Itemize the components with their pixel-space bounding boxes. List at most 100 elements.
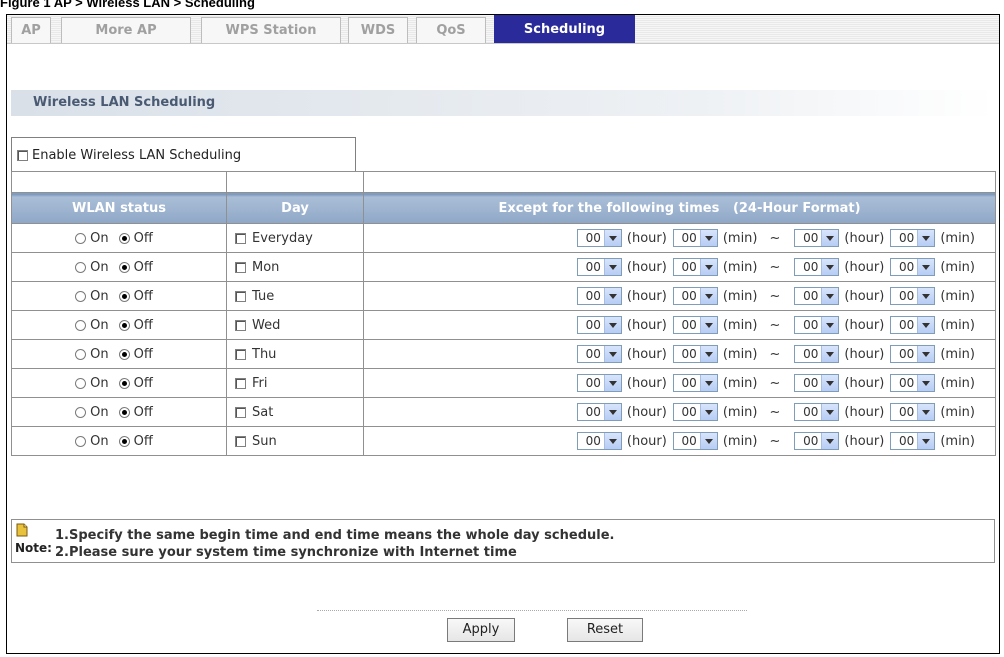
end-min-select[interactable]: 00 bbox=[890, 432, 936, 450]
off-radio[interactable] bbox=[118, 435, 130, 447]
chevron-down-icon[interactable] bbox=[917, 433, 935, 449]
chevron-down-icon[interactable] bbox=[821, 259, 839, 275]
chevron-down-icon[interactable] bbox=[917, 230, 935, 246]
start-min-select[interactable]: 00 bbox=[672, 258, 718, 276]
on-radio[interactable] bbox=[75, 377, 87, 389]
day-checkbox[interactable] bbox=[235, 232, 246, 244]
chevron-down-icon[interactable] bbox=[699, 317, 717, 333]
chevron-down-icon[interactable] bbox=[603, 375, 621, 391]
off-radio[interactable] bbox=[118, 377, 130, 389]
day-checkbox[interactable] bbox=[235, 348, 246, 360]
reset-button[interactable]: Reset bbox=[567, 618, 643, 642]
chevron-down-icon[interactable] bbox=[603, 317, 621, 333]
chevron-down-icon[interactable] bbox=[699, 259, 717, 275]
off-radio[interactable] bbox=[118, 319, 130, 331]
tab-ap[interactable]: AP bbox=[11, 17, 51, 43]
off-radio[interactable] bbox=[118, 232, 130, 244]
end-min-select[interactable]: 00 bbox=[890, 229, 936, 247]
day-checkbox[interactable] bbox=[235, 406, 246, 418]
day-checkbox[interactable] bbox=[235, 435, 246, 447]
end-hour-select[interactable]: 00 bbox=[794, 374, 840, 392]
start-hour-select[interactable]: 00 bbox=[576, 374, 622, 392]
on-radio[interactable] bbox=[75, 232, 87, 244]
chevron-down-icon[interactable] bbox=[699, 433, 717, 449]
end-hour-select[interactable]: 00 bbox=[794, 345, 840, 363]
end-hour-select[interactable]: 00 bbox=[794, 403, 840, 421]
chevron-down-icon[interactable] bbox=[699, 288, 717, 304]
on-radio[interactable] bbox=[75, 261, 87, 273]
on-radio[interactable] bbox=[75, 406, 87, 418]
end-min-select[interactable]: 00 bbox=[890, 287, 936, 305]
start-min-select[interactable]: 00 bbox=[672, 432, 718, 450]
start-min-select[interactable]: 00 bbox=[672, 403, 718, 421]
chevron-down-icon[interactable] bbox=[699, 404, 717, 420]
start-hour-select[interactable]: 00 bbox=[576, 345, 622, 363]
chevron-down-icon[interactable] bbox=[603, 404, 621, 420]
chevron-down-icon[interactable] bbox=[821, 346, 839, 362]
chevron-down-icon[interactable] bbox=[917, 375, 935, 391]
start-hour-select[interactable]: 00 bbox=[576, 403, 622, 421]
hour-unit: (hour) bbox=[844, 346, 885, 362]
start-min-select[interactable]: 00 bbox=[672, 345, 718, 363]
tab-more-ap[interactable]: More AP bbox=[61, 17, 191, 43]
tab-wps-station[interactable]: WPS Station bbox=[201, 17, 341, 43]
end-hour-select[interactable]: 00 bbox=[794, 229, 840, 247]
end-min-select[interactable]: 00 bbox=[890, 374, 936, 392]
on-radio[interactable] bbox=[75, 348, 87, 360]
end-hour-select[interactable]: 00 bbox=[794, 287, 840, 305]
chevron-down-icon[interactable] bbox=[821, 288, 839, 304]
day-checkbox[interactable] bbox=[235, 377, 246, 389]
end-hour-select[interactable]: 00 bbox=[794, 316, 840, 334]
on-radio[interactable] bbox=[75, 435, 87, 447]
start-hour-select[interactable]: 00 bbox=[576, 287, 622, 305]
chevron-down-icon[interactable] bbox=[603, 288, 621, 304]
chevron-down-icon[interactable] bbox=[917, 346, 935, 362]
tab-scheduling[interactable]: Scheduling bbox=[494, 15, 635, 43]
end-hour-select[interactable]: 00 bbox=[794, 258, 840, 276]
apply-button[interactable]: Apply bbox=[447, 618, 515, 642]
tab-wds[interactable]: WDS bbox=[348, 17, 408, 43]
end-min-select[interactable]: 00 bbox=[890, 403, 936, 421]
chevron-down-icon[interactable] bbox=[917, 404, 935, 420]
chevron-down-icon[interactable] bbox=[917, 288, 935, 304]
enable-scheduling-checkbox[interactable] bbox=[17, 150, 28, 161]
start-hour-select[interactable]: 00 bbox=[576, 432, 622, 450]
chevron-down-icon[interactable] bbox=[603, 433, 621, 449]
start-hour-select[interactable]: 00 bbox=[576, 258, 622, 276]
end-min-select[interactable]: 00 bbox=[890, 258, 936, 276]
end-min-select[interactable]: 00 bbox=[890, 345, 936, 363]
chevron-down-icon[interactable] bbox=[821, 230, 839, 246]
start-min-select[interactable]: 00 bbox=[672, 374, 718, 392]
start-min-select[interactable]: 00 bbox=[672, 316, 718, 334]
chevron-down-icon[interactable] bbox=[699, 375, 717, 391]
start-min-select[interactable]: 00 bbox=[672, 287, 718, 305]
chevron-down-icon[interactable] bbox=[699, 230, 717, 246]
times-cell: 00 (hour) 00 (min) ~00 (hour) 00 (min) bbox=[363, 368, 996, 398]
chevron-down-icon[interactable] bbox=[917, 259, 935, 275]
chevron-down-icon[interactable] bbox=[603, 230, 621, 246]
end-hour-select[interactable]: 00 bbox=[794, 432, 840, 450]
off-radio[interactable] bbox=[118, 406, 130, 418]
end-min-select[interactable]: 00 bbox=[890, 316, 936, 334]
chevron-down-icon[interactable] bbox=[821, 404, 839, 420]
start-hour-select[interactable]: 00 bbox=[576, 316, 622, 334]
off-radio[interactable] bbox=[118, 290, 130, 302]
day-checkbox[interactable] bbox=[235, 290, 246, 302]
chevron-down-icon[interactable] bbox=[699, 346, 717, 362]
chevron-down-icon[interactable] bbox=[603, 259, 621, 275]
day-checkbox[interactable] bbox=[235, 319, 246, 331]
start-min-value: 00 bbox=[681, 231, 697, 245]
chevron-down-icon[interactable] bbox=[917, 317, 935, 333]
start-hour-select[interactable]: 00 bbox=[576, 229, 622, 247]
tab-qos[interactable]: QoS bbox=[416, 17, 486, 43]
start-min-select[interactable]: 00 bbox=[672, 229, 718, 247]
chevron-down-icon[interactable] bbox=[603, 346, 621, 362]
on-radio[interactable] bbox=[75, 290, 87, 302]
off-radio[interactable] bbox=[118, 261, 130, 273]
chevron-down-icon[interactable] bbox=[821, 317, 839, 333]
chevron-down-icon[interactable] bbox=[821, 375, 839, 391]
chevron-down-icon[interactable] bbox=[821, 433, 839, 449]
off-radio[interactable] bbox=[118, 348, 130, 360]
on-radio[interactable] bbox=[75, 319, 87, 331]
day-checkbox[interactable] bbox=[235, 261, 246, 273]
